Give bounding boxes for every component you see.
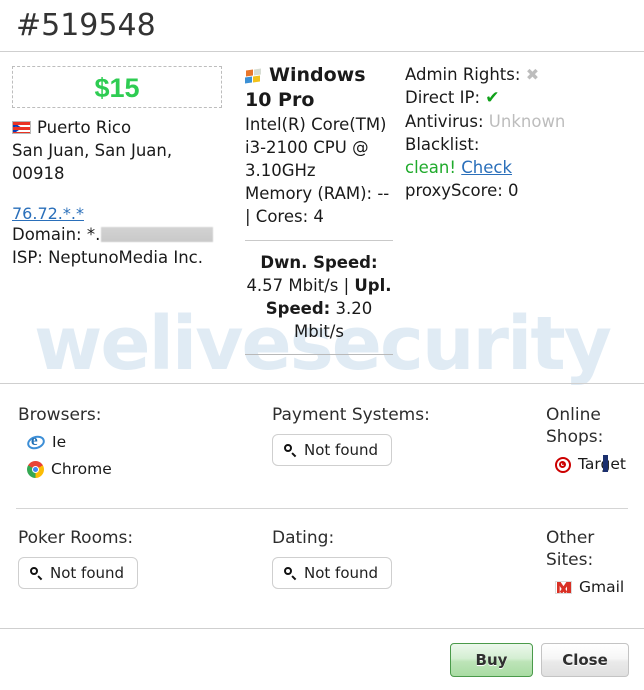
antivirus-label: Antivirus: [405, 112, 484, 131]
security-column: Admin Rights: ✖ Direct IP: ✔ Antivirus: … [405, 53, 640, 202]
dating-section: Dating: Not found [272, 527, 393, 589]
antivirus-value: Unknown [488, 112, 566, 131]
os-name-label: Windows 10 Pro [245, 64, 366, 111]
page-title: #519548 [16, 8, 156, 43]
buy-button[interactable]: Buy [450, 643, 533, 677]
list-item[interactable]: Target [555, 454, 638, 475]
domain-row: Domain: *. [12, 223, 222, 246]
not-found-label: Not found [50, 564, 125, 582]
section-divider-top [0, 383, 644, 384]
poker-rooms-title: Poker Rooms: [18, 528, 134, 548]
other-sites-section: Other Sites: Gmail [546, 527, 638, 598]
domain-redaction-block [101, 227, 214, 242]
system-column: Windows 10 Pro Intel(R) Core(TM) i3-2100… [245, 53, 393, 355]
city-label: San Juan, San Juan, [12, 141, 173, 160]
speed-divider [245, 354, 393, 355]
other-sites-title: Other Sites: [546, 528, 595, 570]
payment-systems-title: Payment Systems: [272, 405, 430, 425]
price-box: $15 [12, 66, 222, 108]
admin-rights-label: Admin Rights: [405, 65, 521, 84]
speed-separator: | [343, 276, 350, 295]
direct-ip-row: Direct IP: ✔ [405, 86, 640, 110]
blacklist-value: clean! [405, 158, 456, 177]
direct-ip-label: Direct IP: [405, 88, 481, 107]
list-item-label: Gmail [579, 578, 625, 596]
antivirus-row: Antivirus: Unknown Blacklist: [405, 110, 640, 156]
dating-title: Dating: [272, 528, 335, 548]
online-shops-title: Online Shops: [546, 405, 604, 447]
blacklist-row: clean! Check [405, 156, 640, 179]
windows-logo-icon [245, 68, 262, 83]
not-found-label: Not found [304, 564, 379, 582]
dating-not-found-button[interactable]: Not found [272, 557, 393, 589]
check-icon: ✔ [485, 88, 500, 108]
admin-rights-row: Admin Rights: ✖ [405, 63, 640, 86]
list-item-label: Ie [52, 433, 67, 451]
specs-divider [245, 240, 393, 241]
country-row: Puerto Rico [12, 116, 222, 139]
os-row: Windows 10 Pro [245, 63, 393, 113]
speed-block: Dwn. Speed: 4.57 Mbit/s | Upl. Speed: 3.… [245, 251, 393, 343]
header-bar: #519548 [0, 0, 644, 52]
ip-address-link[interactable]: 76.72.*.* [12, 204, 222, 223]
blacklist-check-link[interactable]: Check [461, 158, 512, 177]
payment-systems-section: Payment Systems: Not found [272, 404, 430, 466]
cross-icon: ✖ [525, 65, 540, 84]
list-item[interactable]: Chrome [27, 459, 112, 480]
geo-column: $15 Puerto Rico San Juan, San Juan, 0091… [12, 53, 222, 269]
section-divider-middle [16, 508, 628, 509]
internet-explorer-icon: e [25, 434, 47, 452]
chrome-icon [27, 461, 44, 478]
poker-rooms-not-found-button[interactable]: Not found [18, 557, 139, 589]
country-label: Puerto Rico [37, 118, 132, 137]
poker-rooms-section: Poker Rooms: Not found [18, 527, 139, 589]
isp-label: ISP: NeptunoMedia Inc. [12, 248, 203, 267]
target-icon [555, 456, 571, 473]
close-button[interactable]: Close [541, 643, 629, 677]
blacklist-label: Blacklist: [405, 135, 480, 154]
download-speed-label: Dwn. Speed: [260, 253, 378, 272]
list-item[interactable]: e Ie [25, 432, 112, 453]
memory-cores-label: Memory (RAM): -- | Cores: 4 [245, 184, 390, 226]
list-item-label: Target [578, 455, 626, 473]
price-value: $15 [94, 73, 140, 103]
services-band-1: Browsers: e Ie Chrome Payment Systems: N… [0, 404, 644, 508]
domain-label: Domain: *. [12, 225, 101, 244]
services-band-2: Poker Rooms: Not found Dating: Not found… [0, 527, 644, 627]
footer-bar: Buy Close [0, 629, 644, 690]
search-icon [30, 566, 43, 580]
browsers-section: Browsers: e Ie Chrome [18, 404, 112, 480]
search-icon [284, 443, 297, 457]
not-found-label: Not found [304, 441, 379, 459]
search-icon [284, 566, 297, 580]
puerto-rico-flag-icon [12, 121, 31, 134]
zip-label: 00918 [12, 164, 65, 183]
proxy-score-label: proxyScore: 0 [405, 181, 519, 200]
browsers-title: Browsers: [18, 405, 102, 425]
list-item-label: Chrome [51, 460, 112, 478]
online-shops-section: Online Shops: Target [546, 404, 638, 475]
download-speed-value: 4.57 Mbit/s [246, 276, 339, 295]
cpu-label: Intel(R) Core(TM) i3-2100 CPU @ 3.10GHz [245, 115, 387, 180]
payment-systems-not-found-button[interactable]: Not found [272, 434, 393, 466]
list-item[interactable]: Gmail [555, 577, 638, 598]
gmail-icon [555, 581, 572, 594]
record-details-area: $15 Puerto Rico San Juan, San Juan, 0091… [0, 53, 644, 383]
text-cursor [603, 455, 608, 472]
